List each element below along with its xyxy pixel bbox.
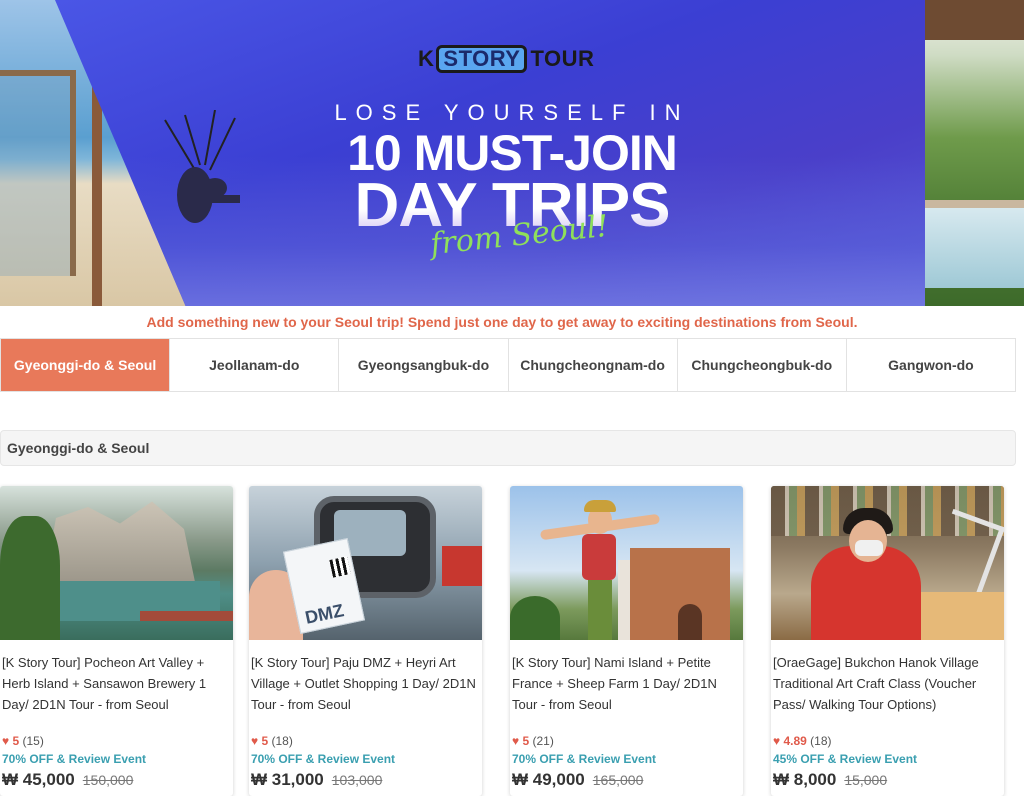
product-price: ₩ 45,000 150,000: [2, 770, 133, 790]
k-story-tour-logo[interactable]: K STORY TOUR: [418, 44, 594, 74]
region-tabs: Gyeonggi-do & Seoul Jeollanam-do Gyeongs…: [0, 338, 1016, 392]
tab-gyeongsangbuk[interactable]: Gyeongsangbuk-do: [338, 339, 507, 391]
product-image[interactable]: [0, 486, 233, 640]
promo-label: 70% OFF & Review Event: [512, 752, 657, 766]
rating-score: 5: [261, 734, 269, 748]
tab-gangwon[interactable]: Gangwon-do: [845, 339, 1015, 391]
tab-gyeonggi-seoul[interactable]: Gyeonggi-do & Seoul: [1, 339, 170, 391]
tab-chungcheongnam[interactable]: Chungcheongnam-do: [507, 339, 677, 391]
logo-tour: TOUR: [530, 46, 595, 71]
sale-price: ₩ 31,000: [251, 770, 324, 789]
product-rating: ♥ 4.89 (18): [773, 734, 832, 748]
rating-score: 5: [522, 734, 530, 748]
heart-icon: ♥: [773, 734, 781, 748]
product-title[interactable]: [K Story Tour] Paju DMZ + Heyri Art Vill…: [249, 640, 482, 718]
review-count: (21): [532, 734, 554, 748]
heart-icon: ♥: [512, 734, 520, 748]
product-card[interactable]: [K Story Tour] Pocheon Art Valley + Herb…: [0, 486, 233, 796]
intro-text: Add something new to your Seoul trip! Sp…: [146, 314, 858, 330]
product-price: ₩ 49,000 165,000: [512, 770, 643, 790]
product-rating: ♥ 5 (15): [2, 734, 44, 748]
promo-label: 70% OFF & Review Event: [2, 752, 147, 766]
sale-price: ₩ 49,000: [512, 770, 585, 789]
product-title[interactable]: [OraeGage] Bukchon Hanok Village Traditi…: [771, 640, 1004, 718]
product-rating: ♥ 5 (18): [251, 734, 293, 748]
promo-label: 70% OFF & Review Event: [251, 752, 396, 766]
logo-k: K: [418, 46, 435, 71]
product-image[interactable]: DMZ: [249, 486, 482, 640]
product-image[interactable]: [510, 486, 743, 640]
product-title[interactable]: [K Story Tour] Pocheon Art Valley + Herb…: [0, 640, 233, 718]
review-count: (18): [810, 734, 832, 748]
hero-tagline: LOSE YOURSELF IN: [334, 100, 690, 125]
product-price: ₩ 8,000 15,000: [773, 770, 887, 790]
heart-icon: ♥: [251, 734, 259, 748]
logo-story: STORY: [436, 45, 528, 73]
product-price: ₩ 31,000 103,000: [251, 770, 382, 790]
product-rating: ♥ 5 (21): [512, 734, 554, 748]
rating-score: 4.89: [783, 734, 807, 748]
sale-price: ₩ 45,000: [2, 770, 75, 789]
promo-label: 45% OFF & Review Event: [773, 752, 918, 766]
tab-jeollanam[interactable]: Jeollanam-do: [169, 339, 338, 391]
review-count: (18): [271, 734, 293, 748]
sale-price: ₩ 8,000: [773, 770, 837, 789]
product-card[interactable]: [OraeGage] Bukchon Hanok Village Traditi…: [771, 486, 1004, 796]
heart-icon: ♥: [2, 734, 10, 748]
product-image[interactable]: [771, 486, 1004, 640]
hero-banner: K STORY TOUR LOSE YOURSELF IN 10 MUST-JO…: [0, 0, 1024, 306]
product-title[interactable]: [K Story Tour] Nami Island + Petite Fran…: [510, 640, 743, 718]
tab-chungcheongbuk[interactable]: Chungcheongbuk-do: [676, 339, 846, 391]
product-card[interactable]: DMZ [K Story Tour] Paju DMZ + Heyri Art …: [249, 486, 482, 796]
rating-score: 5: [12, 734, 20, 748]
product-card[interactable]: [K Story Tour] Nami Island + Petite Fran…: [510, 486, 743, 796]
section-title: Gyeonggi-do & Seoul: [0, 430, 1016, 466]
review-count: (15): [22, 734, 44, 748]
